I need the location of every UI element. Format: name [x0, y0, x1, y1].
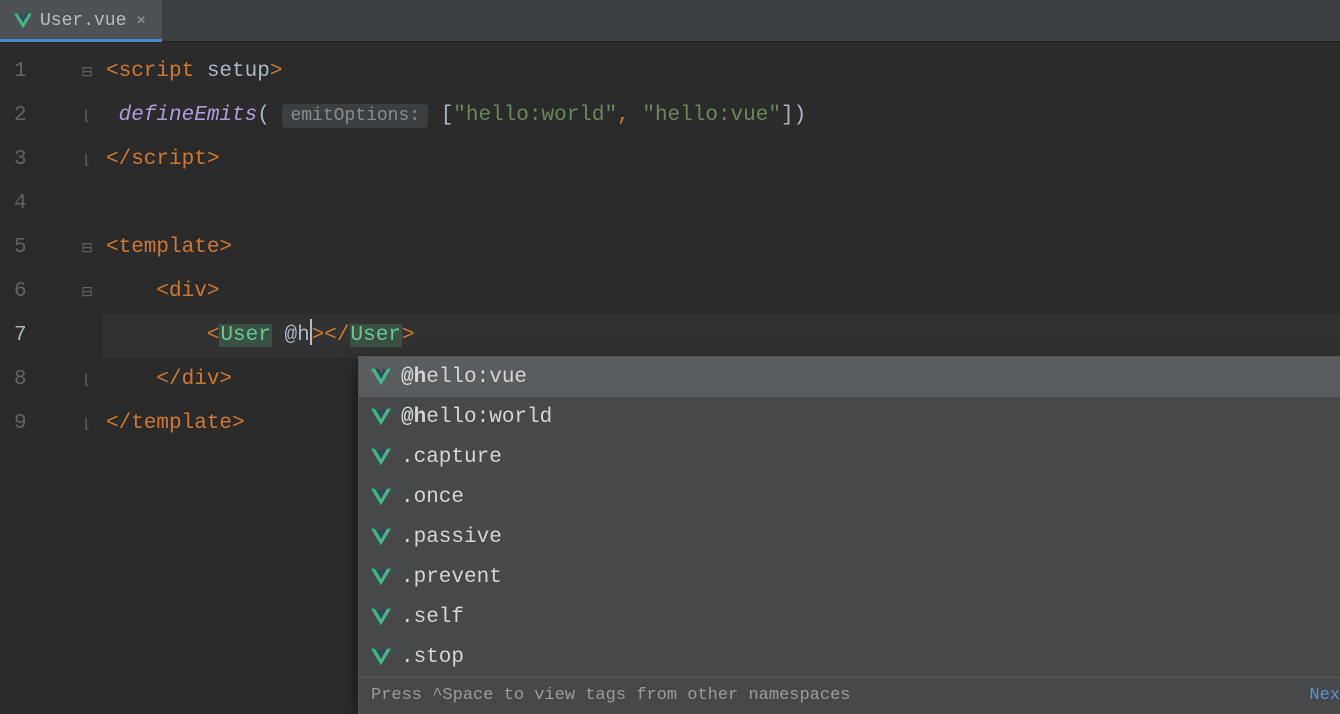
code-line[interactable]: <div>	[102, 270, 1340, 314]
text-cursor	[310, 319, 312, 345]
fold-toggle[interactable]: ⊟	[72, 270, 102, 314]
fold-toggle[interactable]: ⊟	[72, 50, 102, 94]
vue-icon	[14, 12, 32, 30]
autocomplete-label: .passive	[401, 526, 502, 549]
line-number-current: 7	[0, 314, 72, 358]
fold-guide: ⌊	[72, 94, 102, 138]
parameter-hint: emitOptions:	[282, 104, 428, 128]
autocomplete-item[interactable]: .stop	[359, 637, 1340, 677]
fold-end: ⌊	[72, 358, 102, 402]
vue-icon	[371, 487, 391, 507]
autocomplete-item[interactable]: .passive	[359, 517, 1340, 557]
code-line-current[interactable]: <User @h></User>	[102, 314, 1340, 358]
editor: 1 2 3 4 5 6 7 8 9 ⊟ ⌊ ⌊ ⊟ ⊟ ⌊ ⌊ <script …	[0, 42, 1340, 714]
autocomplete-label: @hello:vue	[401, 366, 527, 389]
code-line[interactable]: <template>	[102, 226, 1340, 270]
fold-gutter: ⊟ ⌊ ⌊ ⊟ ⊟ ⌊ ⌊	[72, 42, 102, 714]
autocomplete-hint: Press ^Space to view tags from other nam…	[371, 686, 850, 705]
autocomplete-popup: @hello:vue @hello:world .capture .once .…	[358, 356, 1340, 714]
vue-icon	[371, 407, 391, 427]
vue-icon	[371, 567, 391, 587]
autocomplete-label: .capture	[401, 446, 502, 469]
line-number: 1	[0, 50, 72, 94]
line-number: 5	[0, 226, 72, 270]
vue-icon	[371, 447, 391, 467]
autocomplete-label: @hello:world	[401, 406, 552, 429]
code-line[interactable]: defineEmits( emitOptions: ["hello:world"…	[102, 94, 1340, 138]
file-tab[interactable]: User.vue ×	[0, 0, 162, 41]
line-number: 9	[0, 402, 72, 446]
code-line[interactable]: <script setup>	[102, 50, 1340, 94]
autocomplete-item[interactable]: .capture	[359, 437, 1340, 477]
line-number-gutter: 1 2 3 4 5 6 7 8 9	[0, 42, 72, 714]
autocomplete-item[interactable]: @hello:world	[359, 397, 1340, 437]
code-line[interactable]	[102, 182, 1340, 226]
tab-bar: User.vue ×	[0, 0, 1340, 42]
autocomplete-item[interactable]: .self	[359, 597, 1340, 637]
line-number: 8	[0, 358, 72, 402]
autocomplete-label: .stop	[401, 646, 464, 669]
autocomplete-label: .prevent	[401, 566, 502, 589]
autocomplete-label: .once	[401, 486, 464, 509]
next-tip-link[interactable]: Next Tip	[1309, 686, 1340, 705]
code-line[interactable]: </script>	[102, 138, 1340, 182]
vue-icon	[371, 607, 391, 627]
autocomplete-label: .self	[401, 606, 464, 629]
line-number: 2	[0, 94, 72, 138]
autocomplete-item[interactable]: .prevent	[359, 557, 1340, 597]
vue-icon	[371, 647, 391, 667]
vue-icon	[371, 367, 391, 387]
close-icon[interactable]: ×	[134, 13, 148, 29]
line-number: 6	[0, 270, 72, 314]
fold-end: ⌊	[72, 402, 102, 446]
line-number: 4	[0, 182, 72, 226]
code-area[interactable]: <script setup> defineEmits( emitOptions:…	[102, 42, 1340, 714]
tab-filename: User.vue	[40, 11, 126, 31]
vue-icon	[371, 527, 391, 547]
autocomplete-item[interactable]: @hello:vue	[359, 357, 1340, 397]
autocomplete-footer: Press ^Space to view tags from other nam…	[359, 677, 1340, 713]
fold-end: ⌊	[72, 138, 102, 182]
line-number: 3	[0, 138, 72, 182]
fold-toggle[interactable]: ⊟	[72, 226, 102, 270]
autocomplete-item[interactable]: .once	[359, 477, 1340, 517]
